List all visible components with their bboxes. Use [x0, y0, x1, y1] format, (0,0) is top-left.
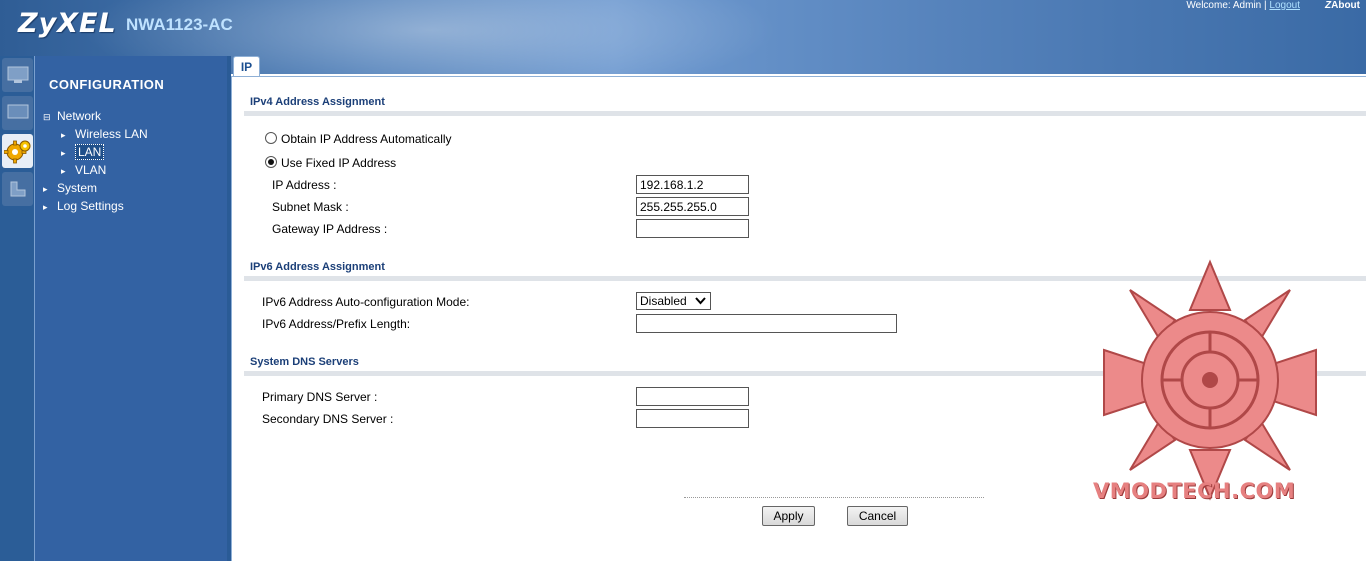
ip-address-input[interactable]	[636, 175, 749, 194]
about-label: About	[1331, 0, 1360, 11]
monitor-icon[interactable]	[2, 96, 33, 130]
sidebar-item-label: LAN	[75, 144, 105, 160]
gateway-label: Gateway IP Address :	[272, 222, 388, 236]
primary-dns-input[interactable]	[636, 387, 749, 406]
sidebar-item-system[interactable]: ▸ System	[43, 181, 97, 195]
watermark-text: VMODTECH.COM	[1093, 479, 1296, 503]
subnet-mask-label: Subnet Mask :	[272, 200, 349, 214]
sidebar-item-label: VLAN	[75, 163, 107, 177]
welcome-text: Welcome: Admin |	[1186, 0, 1267, 11]
dashboard-icon[interactable]	[2, 58, 33, 92]
secondary-dns-label: Secondary DNS Server :	[262, 412, 394, 426]
subnet-mask-input[interactable]	[636, 197, 749, 216]
arrow-icon: ▸	[61, 130, 66, 140]
maintenance-icon[interactable]	[2, 172, 33, 206]
obtain-auto-label: Obtain IP Address Automatically	[281, 132, 452, 146]
use-fixed-radio[interactable]	[265, 156, 277, 168]
logout-link[interactable]: Logout	[1269, 0, 1300, 11]
menu-icon-strip	[0, 56, 34, 561]
ipv4-section-title: IPv4 Address Assignment	[250, 96, 385, 108]
sidebar-item-label: Network	[57, 109, 102, 123]
sidebar-item-label: Log Settings	[57, 199, 124, 213]
dns-section-title: System DNS Servers	[250, 356, 359, 368]
sidebar-item-wireless-lan[interactable]: ▸ Wireless LAN	[61, 127, 148, 141]
gateway-input[interactable]	[636, 219, 749, 238]
sidebar-item-label: Wireless LAN	[75, 127, 148, 141]
sidebar-item-network[interactable]: ⊟ Network	[43, 109, 101, 123]
arrow-icon: ▸	[61, 166, 66, 176]
model-name: NWA1123-AC	[126, 15, 233, 34]
arrow-icon: ▸	[43, 184, 48, 194]
sidebar-item-label: System	[57, 181, 98, 195]
ipv6-prefix-label: IPv6 Address/Prefix Length:	[262, 317, 411, 331]
ipv6-section-title: IPv6 Address Assignment	[250, 261, 385, 273]
sidebar-item-vlan[interactable]: ▸ VLAN	[61, 163, 106, 177]
cancel-button[interactable]: Cancel	[847, 506, 908, 526]
configuration-gear-icon[interactable]	[2, 134, 33, 168]
ipv6-mode-value: Disabled	[640, 294, 687, 308]
section-divider	[244, 111, 1366, 116]
primary-dns-label: Primary DNS Server :	[262, 390, 378, 404]
about-link[interactable]: ZAbout	[1325, 0, 1360, 11]
zyxel-logo: ZyXEL	[18, 8, 117, 39]
ipv6-prefix-input[interactable]	[636, 314, 897, 333]
use-fixed-label: Use Fixed IP Address	[281, 156, 397, 170]
chevron-down-icon	[695, 295, 706, 309]
button-separator	[684, 497, 984, 498]
welcome-area: Welcome: Admin | Logout	[1186, 0, 1300, 11]
collapse-icon[interactable]: ⊟	[43, 112, 57, 123]
vmodtech-watermark-logo	[1103, 259, 1317, 501]
arrow-icon: ▸	[43, 202, 48, 212]
secondary-dns-input[interactable]	[636, 409, 749, 428]
sidebar-item-log-settings[interactable]: ▸ Log Settings	[43, 199, 124, 213]
sidebar-title: CONFIGURATION	[49, 77, 165, 92]
tab-ip[interactable]: IP	[233, 56, 260, 78]
ip-address-label: IP Address :	[272, 178, 337, 192]
apply-button[interactable]: Apply	[762, 506, 815, 526]
tab-bar: IP	[231, 56, 1366, 78]
arrow-icon: ▸	[61, 148, 66, 158]
sidebar: CONFIGURATION ⊟ Network ▸ Wireless LAN ▸ LA…	[34, 56, 227, 561]
ipv6-mode-select[interactable]: Disabled	[636, 292, 711, 310]
obtain-auto-radio[interactable]	[265, 132, 277, 144]
sidebar-item-lan[interactable]: ▸ LAN	[61, 144, 105, 160]
ipv6-mode-label: IPv6 Address Auto-configuration Mode:	[262, 295, 470, 309]
